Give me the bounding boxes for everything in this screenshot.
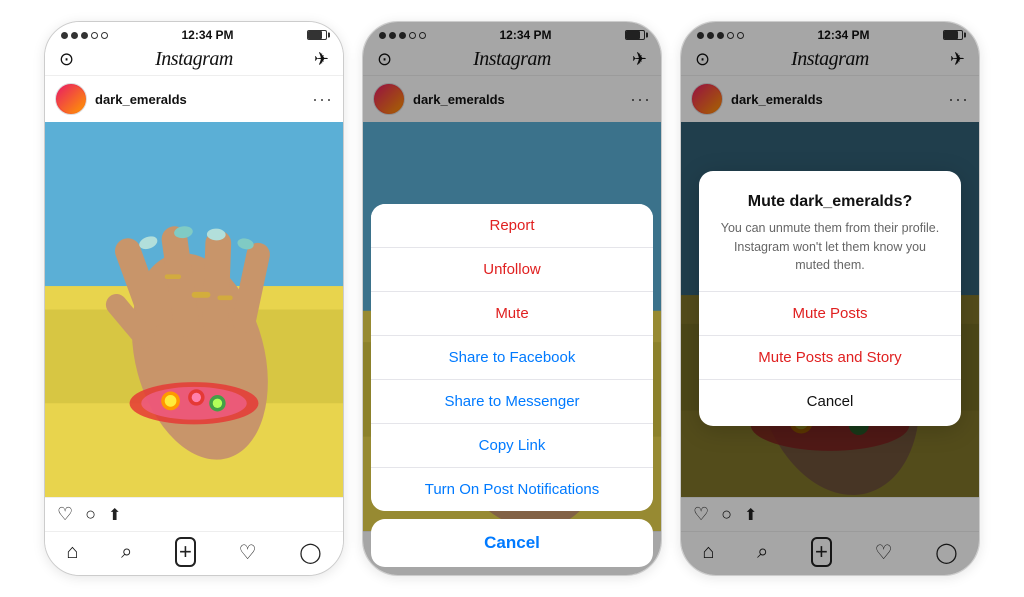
copy-link-button[interactable]: Copy Link xyxy=(371,424,653,468)
turn-on-notifications-button[interactable]: Turn On Post Notifications xyxy=(371,468,653,511)
post-header-1: dark_emeralds ··· xyxy=(45,76,343,122)
post-actions-1: ♡ ○ ⬆ xyxy=(45,497,343,531)
send-icon[interactable]: ✈ xyxy=(314,49,329,70)
action-cancel-button[interactable]: Cancel xyxy=(371,519,653,567)
dot3 xyxy=(81,32,88,39)
phone-2: 12:34 PM ⊙ Instagram ✈ dark_emeralds ··· xyxy=(362,21,662,576)
action-sheet-overlay: Report Unfollow Mute Share to Facebook S… xyxy=(363,22,661,575)
add-tab[interactable]: + xyxy=(175,537,196,567)
phone-1: 12:34 PM ⊙ Instagram ✈ dark_emeralds ··· xyxy=(44,21,344,576)
mute-posts-story-button[interactable]: Mute Posts and Story xyxy=(699,336,961,380)
signal-dots xyxy=(61,32,108,39)
dot5 xyxy=(101,32,108,39)
mute-dialog-overlay: Mute dark_emeralds? You can unmute them … xyxy=(681,22,979,575)
action-sheet: Report Unfollow Mute Share to Facebook S… xyxy=(363,204,661,575)
search-tab[interactable]: ⌕ xyxy=(121,541,132,564)
username-1: dark_emeralds xyxy=(95,92,187,107)
more-button-1[interactable]: ··· xyxy=(312,89,333,110)
phone-3: 12:34 PM ⊙ Instagram ✈ dark_emeralds ··· xyxy=(680,21,980,576)
like-icon[interactable]: ♡ xyxy=(57,504,73,525)
status-bar-1: 12:34 PM xyxy=(45,22,343,44)
camera-icon[interactable]: ⊙ xyxy=(59,49,74,70)
mute-button[interactable]: Mute xyxy=(371,292,653,336)
mute-dialog: Mute dark_emeralds? You can unmute them … xyxy=(699,171,961,426)
share-messenger-button[interactable]: Share to Messenger xyxy=(371,380,653,424)
profile-tab[interactable]: ◯ xyxy=(299,540,321,565)
mute-posts-button[interactable]: Mute Posts xyxy=(699,292,961,336)
dot2 xyxy=(71,32,78,39)
avatar-1[interactable] xyxy=(55,83,87,115)
mute-dialog-description: You can unmute them from their profile. … xyxy=(699,219,961,275)
hand-photo xyxy=(45,122,343,497)
battery-indicator xyxy=(307,30,327,40)
report-button[interactable]: Report xyxy=(371,204,653,248)
action-sheet-menu: Report Unfollow Mute Share to Facebook S… xyxy=(371,204,653,511)
dot1 xyxy=(61,32,68,39)
dot4 xyxy=(91,32,98,39)
mute-dialog-title: Mute dark_emeralds? xyxy=(699,193,961,211)
home-tab[interactable]: ⌂ xyxy=(66,541,78,564)
mute-cancel-button[interactable]: Cancel xyxy=(699,380,961,426)
avatar-inner xyxy=(57,85,85,113)
time-display: 12:34 PM xyxy=(181,28,233,42)
share-icon[interactable]: ⬆ xyxy=(108,505,121,525)
photo-1 xyxy=(45,122,343,497)
app-title: Instagram xyxy=(155,48,233,71)
screenshots-container: 12:34 PM ⊙ Instagram ✈ dark_emeralds ··· xyxy=(0,0,1024,597)
ig-header-1: ⊙ Instagram ✈ xyxy=(45,44,343,76)
likes-tab[interactable]: ♡ xyxy=(239,540,257,565)
unfollow-button[interactable]: Unfollow xyxy=(371,248,653,292)
comment-icon[interactable]: ○ xyxy=(85,504,96,525)
tab-bar-1: ⌂ ⌕ + ♡ ◯ xyxy=(45,531,343,575)
share-facebook-button[interactable]: Share to Facebook xyxy=(371,336,653,380)
